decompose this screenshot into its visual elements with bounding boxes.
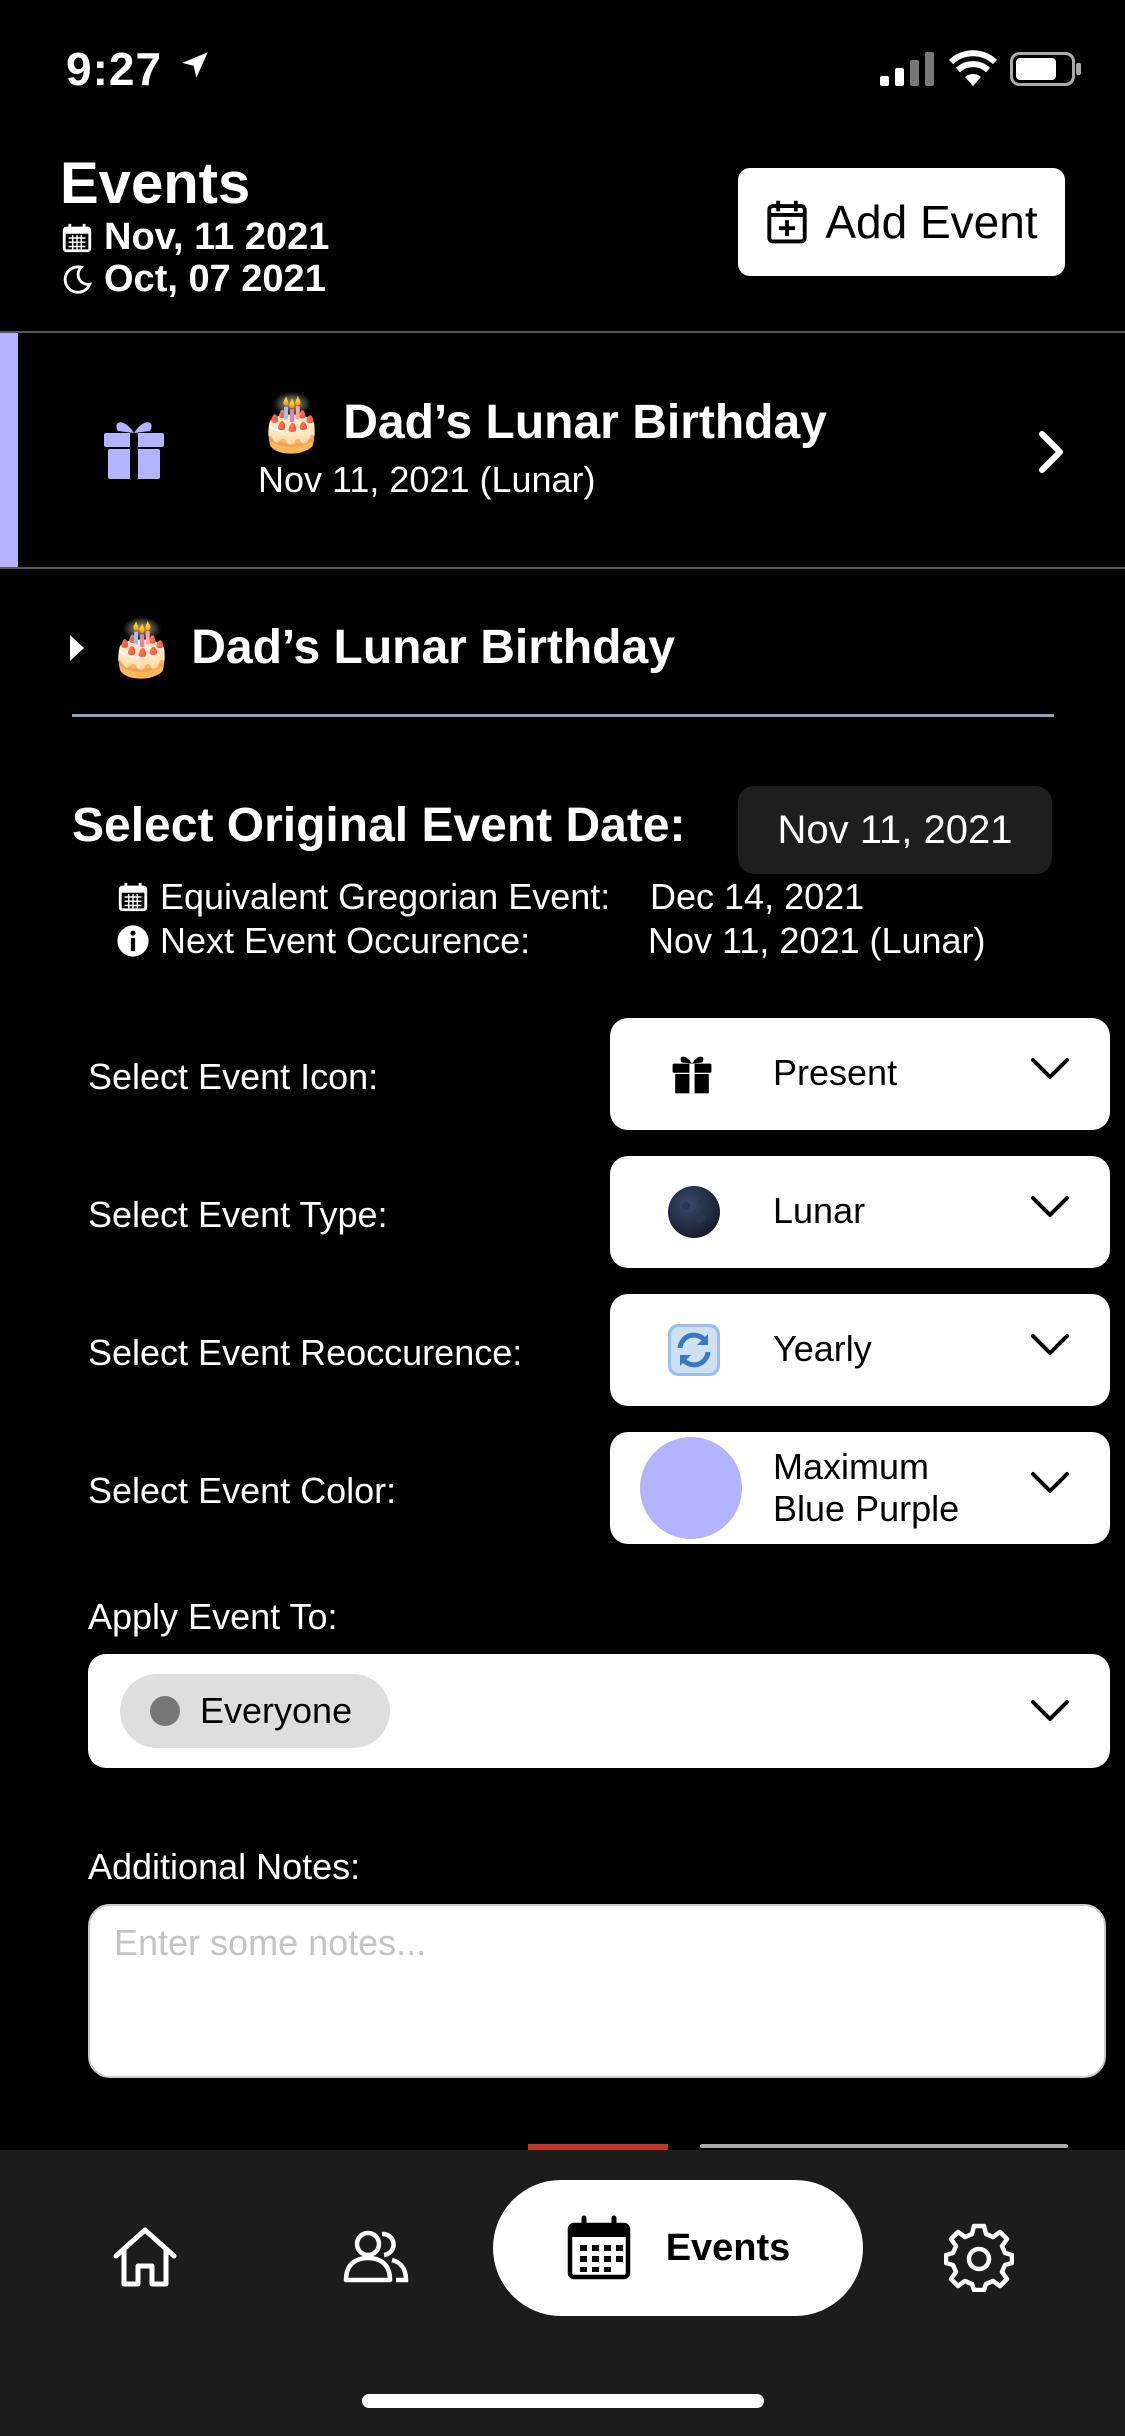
event-color-accent <box>0 333 18 567</box>
chevron-down-icon <box>1031 1196 1069 1217</box>
chevron-right-icon <box>1039 431 1063 473</box>
cake-icon: 🎂 <box>108 617 176 678</box>
lunar-date: Oct, 07 2021 <box>60 258 326 301</box>
event-icon-value: Present <box>773 1052 898 1093</box>
event-reoccurrence-value: Yearly <box>773 1328 872 1369</box>
moon-icon <box>63 264 93 294</box>
event-title-text: Dad’s Lunar Birthday <box>343 396 827 449</box>
chevron-down-icon <box>1031 1058 1069 1079</box>
cellular-signal-icon <box>880 52 934 86</box>
gift-icon <box>104 422 164 479</box>
tab-events-label: Events <box>665 2226 791 2269</box>
gregorian-date: Nov, 11 2021 <box>60 216 329 259</box>
home-icon[interactable] <box>110 2222 180 2292</box>
event-date: Nov 11, 2021 (Lunar) <box>258 459 596 500</box>
event-color-label: Select Event Color: <box>88 1470 397 1511</box>
original-date-label: Select Original Event Date: <box>72 799 686 852</box>
calendar-plus-icon <box>767 200 807 244</box>
equivalent-gregorian-label: Equivalent Gregorian Event: <box>160 876 611 917</box>
event-type-value: Lunar <box>773 1190 866 1231</box>
notes-textarea[interactable]: Enter some notes... <box>88 1904 1106 2078</box>
calendar-icon <box>62 223 92 252</box>
event-title: 🎂 Dad’s Lunar Birthday <box>258 395 827 450</box>
add-event-label: Add Event <box>825 196 1038 248</box>
next-occurrence-label: Next Event Occurence: <box>160 920 531 961</box>
color-swatch <box>640 1437 742 1539</box>
chevron-down-icon <box>1031 1472 1069 1493</box>
repeat-icon <box>668 1324 720 1376</box>
equivalent-gregorian-row: Equivalent Gregorian Event: <box>116 876 610 918</box>
selected-chip[interactable]: Everyone <box>120 1674 390 1748</box>
people-icon[interactable] <box>340 2222 410 2292</box>
chevron-down-icon <box>1031 1334 1069 1355</box>
new-moon-icon <box>668 1186 720 1238</box>
calendar-icon <box>567 2215 630 2280</box>
equivalent-gregorian-value: Dec 14, 2021 <box>650 876 865 917</box>
battery-icon <box>1010 52 1081 86</box>
next-occurrence-row: Next Event Occurence: <box>116 920 530 962</box>
event-color-value-line1: Maximum <box>773 1446 930 1487</box>
event-color-value-line2: Blue Purple <box>773 1488 960 1529</box>
event-icon-select[interactable]: Present <box>610 1018 1110 1130</box>
apply-event-to-label: Apply Event To: <box>88 1596 338 1637</box>
event-type-select[interactable]: Lunar <box>610 1156 1110 1268</box>
info-icon <box>117 925 149 957</box>
chevron-down-icon <box>1031 1700 1069 1721</box>
event-detail-header[interactable]: 🎂 Dad’s Lunar Birthday <box>70 620 675 675</box>
event-detail-title: Dad’s Lunar Birthday <box>191 621 675 674</box>
disclosure-triangle-icon <box>70 634 84 661</box>
event-list-item[interactable]: 🎂 Dad’s Lunar Birthday Nov 11, 2021 (Lun… <box>0 333 1125 567</box>
tab-events[interactable]: Events <box>493 2180 863 2316</box>
original-date-picker[interactable]: Nov 11, 2021 <box>738 786 1052 874</box>
section-divider <box>72 714 1054 717</box>
gregorian-date-text: Nov, 11 2021 <box>104 216 330 258</box>
cake-icon: 🎂 <box>258 392 326 453</box>
event-color-value: Maximum Blue Purple <box>773 1446 959 1530</box>
event-reoccurrence-label: Select Event Reoccurence: <box>88 1332 523 1373</box>
save-button-edge <box>700 2144 1068 2148</box>
chip-label: Everyone <box>200 1690 353 1731</box>
event-color-select[interactable]: Maximum Blue Purple <box>610 1432 1110 1544</box>
event-icon-label: Select Event Icon: <box>88 1056 379 1097</box>
status-bar: 9:27 <box>0 0 1125 140</box>
home-indicator <box>362 2394 764 2408</box>
add-event-button[interactable]: Add Event <box>738 168 1065 276</box>
location-arrow-icon <box>182 52 208 78</box>
calendar-icon <box>118 882 148 912</box>
next-occurrence-value: Nov 11, 2021 (Lunar) <box>648 920 986 961</box>
lunar-date-text: Oct, 07 2021 <box>104 258 326 300</box>
page-title: Events <box>60 151 251 216</box>
chip-dot <box>150 1696 180 1726</box>
status-time: 9:27 <box>66 43 163 95</box>
divider <box>0 567 1125 569</box>
gift-icon <box>672 1056 712 1094</box>
additional-notes-label: Additional Notes: <box>88 1846 361 1887</box>
event-type-label: Select Event Type: <box>88 1194 388 1235</box>
event-reoccurrence-select[interactable]: Yearly <box>610 1294 1110 1406</box>
apply-event-to-select[interactable]: Everyone <box>88 1654 1110 1768</box>
gear-icon[interactable] <box>944 2222 1014 2292</box>
wifi-icon <box>948 50 998 86</box>
notes-placeholder: Enter some notes... <box>114 1922 427 1963</box>
